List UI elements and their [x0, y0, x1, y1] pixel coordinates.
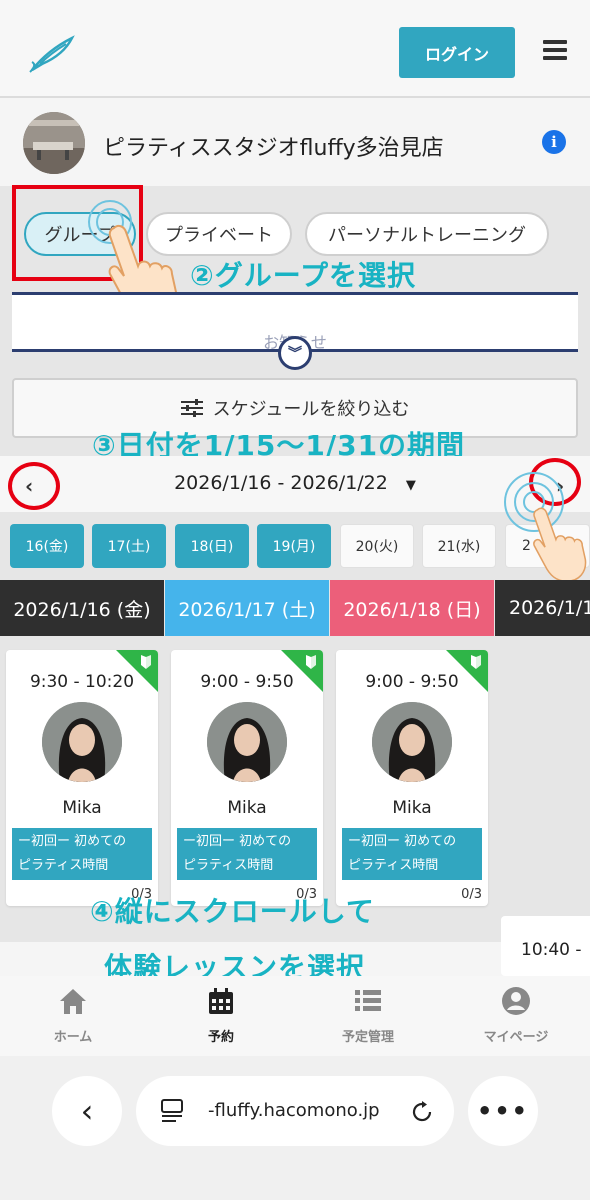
- day-pill[interactable]: 20(火): [340, 524, 414, 568]
- feather-logo-icon[interactable]: [26, 34, 76, 74]
- date-header-label: 2026/1/1: [509, 597, 590, 619]
- tab-reservation[interactable]: 予約: [171, 986, 271, 1045]
- studio-name: ピラティススタジオfluffy多治見店: [103, 136, 444, 161]
- date-navigation: ‹ 2026/1/16 - 2026/1/22 ▼ ›: [0, 456, 590, 512]
- day-pill[interactable]: 16(金): [10, 524, 84, 568]
- reload-icon[interactable]: [410, 1100, 434, 1124]
- day-pill[interactable]: 21(水): [422, 524, 496, 568]
- lesson-title-line: ピラティス時間: [18, 858, 109, 873]
- instructor-name: Mika: [227, 798, 267, 818]
- tab-schedule[interactable]: 予定管理: [318, 986, 418, 1045]
- date-range-label: 2026/1/16 - 2026/1/22: [174, 472, 388, 494]
- lesson-title-line: ー初回ー 初めての: [18, 834, 127, 849]
- tab-label: ホーム: [53, 1030, 93, 1045]
- list-icon: [355, 990, 381, 1011]
- tab-label: マイページ: [483, 1030, 549, 1045]
- address-bar[interactable]: -fluffy.hacomono.jp: [136, 1076, 454, 1146]
- beginner-mark-icon: [471, 655, 481, 669]
- beginner-mark-icon: [141, 655, 151, 669]
- sliders-icon: [180, 399, 203, 417]
- user-icon: [502, 987, 530, 1015]
- day-pill[interactable]: 17(土): [92, 524, 166, 568]
- instructor-name: Mika: [392, 798, 432, 818]
- bottom-tab-bar: ホーム 予約 予定管理 マイページ: [0, 976, 590, 1056]
- date-column-header: 2026/1/16 (金): [0, 580, 164, 636]
- info-icon[interactable]: i: [542, 130, 566, 154]
- beginner-mark-icon: [306, 655, 316, 669]
- lesson-title: ー初回ー 初めての ピラティス時間: [177, 828, 317, 880]
- lesson-title-line: ピラティス時間: [348, 858, 439, 873]
- lesson-card[interactable]: 9:30 - 10:20 Mika ー初回ー 初めての ピラティス時間 0/3: [6, 650, 158, 906]
- reservation-count: 0/3: [461, 887, 482, 902]
- hamburger-menu-icon[interactable]: [543, 40, 567, 62]
- tabs-icon: [161, 1099, 183, 1122]
- lesson-card[interactable]: 9:00 - 9:50 Mika ー初回ー 初めての ピラティス時間 0/3: [336, 650, 488, 906]
- date-column-header: 2026/1/18 (日): [330, 580, 494, 636]
- studio-avatar: [23, 112, 85, 174]
- browser-back-icon[interactable]: ‹: [52, 1076, 122, 1146]
- instructor-avatar: [372, 702, 452, 782]
- pointing-hand-icon: [533, 507, 587, 582]
- lesson-title-line: ー初回ー 初めての: [183, 834, 292, 849]
- date-header-label: 2026/1/18 (日): [343, 598, 481, 621]
- schedule-filter-label: スケジュールを絞り込む: [212, 399, 410, 419]
- instructor-avatar: [207, 702, 287, 782]
- more-options-icon[interactable]: •••: [468, 1076, 538, 1146]
- annotation-step4-line1: ④縦にスクロールして: [90, 895, 375, 928]
- tab-label: 予約: [207, 1030, 234, 1045]
- lesson-time: 9:00 - 9:50: [200, 672, 294, 692]
- day-pill[interactable]: 19(月): [257, 524, 331, 568]
- lesson-type-personal-pill[interactable]: パーソナルトレーニング: [305, 212, 549, 256]
- lesson-time: 10:40 -: [521, 940, 582, 960]
- instructor-avatar: [42, 702, 122, 782]
- lesson-title-line: ー初回ー 初めての: [348, 834, 457, 849]
- home-icon: [60, 989, 86, 1014]
- lesson-time: 9:30 - 10:20: [29, 672, 135, 692]
- lesson-card[interactable]: 9:00 - 9:50 Mika ー初回ー 初めての ピラティス時間 0/3: [171, 650, 323, 906]
- browser-toolbar: ‹ -fluffy.hacomono.jp •••: [0, 1056, 590, 1200]
- app-header: ログイン: [0, 0, 590, 98]
- lesson-title: ー初回ー 初めての ピラティス時間: [12, 828, 152, 880]
- url-text: -fluffy.hacomono.jp: [208, 1100, 380, 1121]
- annotation-step2: ②グループを選択: [190, 259, 417, 292]
- date-range-selector[interactable]: 2026/1/16 - 2026/1/22 ▼: [0, 472, 590, 494]
- lesson-card[interactable]: 10:40 -: [501, 916, 590, 976]
- date-header-label: 2026/1/17 (土): [178, 598, 316, 621]
- tab-label: 予定管理: [341, 1030, 394, 1045]
- studio-bar: ピラティススタジオfluffy多治見店 i: [0, 100, 590, 186]
- date-column-header: 2026/1/17 (土): [165, 580, 329, 636]
- tab-mypage[interactable]: マイページ: [466, 986, 566, 1045]
- lesson-title-line: ピラティス時間: [183, 858, 274, 873]
- date-column-header: 2026/1/1: [495, 580, 590, 636]
- dropdown-caret-icon: ▼: [405, 478, 416, 493]
- login-button[interactable]: ログイン: [399, 27, 515, 78]
- instructor-name: Mika: [62, 798, 102, 818]
- calendar-icon: [209, 988, 233, 1014]
- lesson-time: 9:00 - 9:50: [365, 672, 459, 692]
- tab-home[interactable]: ホーム: [23, 986, 123, 1045]
- lesson-title: ー初回ー 初めての ピラティス時間: [342, 828, 482, 880]
- day-pill[interactable]: 18(日): [175, 524, 249, 568]
- date-header-label: 2026/1/16 (金): [13, 598, 151, 621]
- expand-chevron-icon[interactable]: ︾: [278, 336, 312, 370]
